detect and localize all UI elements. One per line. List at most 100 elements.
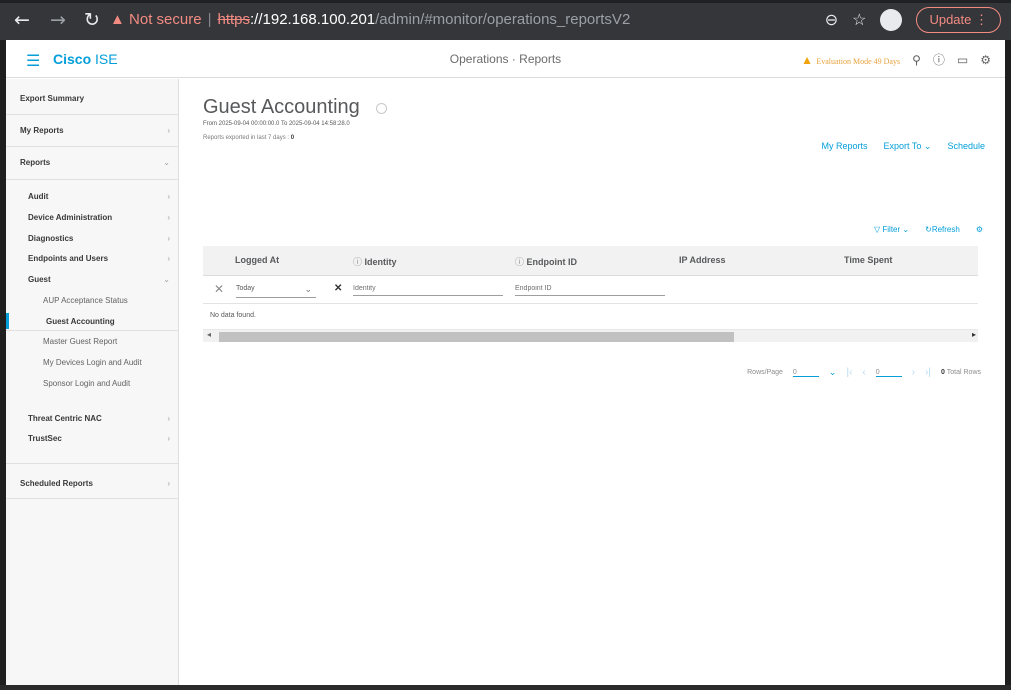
rows-value: 0 — [792, 368, 797, 376]
reload-icon[interactable]: ↻ — [80, 8, 104, 32]
sidebar-sub-sponsor-login-and-audit[interactable]: Sponsor Login and Audit — [6, 379, 178, 388]
url-path: /admin/#monitor/operations_reportsV2 — [375, 11, 631, 28]
page-value: 0 — [875, 368, 880, 376]
gear-icon[interactable]: ⚙ — [980, 53, 991, 67]
sidebar-item-threat-centric-nac[interactable]: Threat Centric NAC › — [6, 414, 178, 423]
first-page-icon[interactable]: |‹ — [846, 367, 852, 378]
scroll-right-icon[interactable]: ▸ — [972, 330, 976, 339]
chevron-down-icon[interactable]: ⌄ — [829, 367, 837, 378]
warning-triangle-icon: ▲ — [110, 11, 125, 28]
sidebar-item-label: Scheduled Reports — [20, 479, 93, 488]
sidebar-item-guest[interactable]: Guest ⌄ — [6, 275, 178, 284]
sidebar-scheduled-reports[interactable]: Scheduled Reports › — [6, 479, 178, 488]
scroll-left-icon[interactable]: ◂ — [207, 330, 211, 339]
column-time-spent[interactable]: Time Spent — [844, 255, 892, 265]
bookmark-star-icon[interactable]: ☆ — [852, 10, 866, 30]
next-page-icon[interactable]: › — [912, 367, 915, 378]
sidebar-item-device-administration[interactable]: Device Administration › — [6, 213, 178, 222]
sidebar-sub-guest-accounting[interactable]: Guest Accounting — [6, 317, 178, 326]
export-to-label: Export To — [883, 141, 922, 151]
empty-state: No data found. — [203, 304, 978, 330]
sidebar-sub-aup-acceptance-status[interactable]: AUP Acceptance Status — [6, 296, 178, 305]
sidebar-item-label: Threat Centric NAC — [28, 414, 102, 423]
update-button[interactable]: Update ⋮ — [916, 7, 1001, 33]
exported-count: 0 — [290, 135, 295, 141]
evaluation-label: Evaluation Mode 49 Days — [816, 56, 901, 66]
sidebar-item-label: Diagnostics — [28, 234, 74, 243]
zoom-icon[interactable]: ⊖ — [825, 10, 838, 30]
sidebar-item-endpoints-and-users[interactable]: Endpoints and Users › — [6, 254, 178, 263]
divider — [6, 146, 178, 147]
browser-chrome: ← → ↻ ▲ Not secure | https://192.168.100.2… — [0, 0, 1011, 40]
rows-per-page-label: Rows/Page — [747, 369, 783, 376]
report-table: Logged At ⓘ Identity ⓘ Endpoint ID IP Ad… — [203, 246, 978, 342]
sidebar-sub-label: Guest Accounting — [46, 317, 115, 326]
column-label: Endpoint ID — [526, 257, 578, 267]
chevron-right-icon: › — [167, 126, 170, 135]
rows-per-page-select[interactable]: 0 — [792, 368, 819, 377]
table-toolbar: ▽ Filter ⌄ ↻Refresh ⚙ — [874, 225, 983, 234]
sidebar-my-reports[interactable]: My Reports › — [6, 126, 178, 135]
refresh-label: Refresh — [931, 225, 960, 234]
sidebar-item-trustsec[interactable]: TrustSec › — [6, 434, 178, 443]
sidebar-sub-master-guest-report[interactable]: Master Guest Report — [6, 337, 178, 346]
chevron-right-icon: › — [167, 192, 170, 201]
chevron-down-icon: ⌄ — [923, 141, 932, 151]
horizontal-scrollbar[interactable]: ◂ ▸ — [203, 330, 978, 342]
column-ip-address[interactable]: IP Address — [679, 255, 726, 265]
refresh-button[interactable]: ↻Refresh — [925, 225, 960, 234]
my-reports-link[interactable]: My Reports — [822, 141, 868, 152]
profile-avatar[interactable] — [880, 9, 903, 31]
evaluation-badge[interactable]: ▲ Evaluation Mode 49 Days — [801, 53, 900, 67]
clear-filter-icon[interactable]: ✕ — [334, 283, 342, 294]
sidebar-item-audit[interactable]: Audit › — [6, 192, 178, 201]
address-bar[interactable]: ▲ Not secure | https://192.168.100.201/adm… — [110, 6, 730, 34]
help-icon[interactable]: ⓘ — [933, 51, 945, 68]
sidebar-sub-my-devices-login-and-audit[interactable]: My Devices Login and Audit — [6, 358, 178, 367]
total-rows: 0 Total Rows — [941, 369, 981, 376]
column-identity[interactable]: ⓘ Identity — [353, 255, 397, 268]
table-header: Logged At ⓘ Identity ⓘ Endpoint ID IP Ad… — [203, 246, 978, 276]
export-to-dropdown[interactable]: Export To ⌄ — [884, 141, 932, 152]
endpoint-filter-input[interactable] — [515, 282, 665, 296]
info-icon: ⓘ — [515, 257, 525, 267]
scroll-thumb[interactable] — [219, 332, 734, 342]
sidebar-item-label: TrustSec — [28, 434, 62, 443]
chevron-down-icon: ⌄ — [304, 284, 312, 294]
dashboard-icon[interactable]: ▭ — [957, 53, 968, 67]
header-tools: ▲ Evaluation Mode 49 Days ⚲ ⓘ ▭ ⚙ — [801, 51, 991, 68]
sidebar-item-label: My Reports — [20, 126, 64, 135]
filter-button[interactable]: ▽ Filter ⌄ — [874, 225, 909, 234]
prev-page-icon[interactable]: ‹ — [862, 367, 865, 378]
sidebar-item-label: Audit — [28, 192, 49, 201]
column-endpoint-id[interactable]: ⓘ Endpoint ID — [515, 255, 577, 268]
forward-arrow-icon[interactable]: → — [46, 8, 70, 32]
sidebar-item-diagnostics[interactable]: Diagnostics › — [6, 234, 178, 243]
sidebar-item-label: Endpoints and Users — [28, 254, 109, 263]
app-header: ☰ Cisco ISE Operations · Reports ▲ Evalu… — [6, 40, 1005, 78]
warning-icon: ▲ — [801, 52, 813, 67]
os-taskbar — [0, 685, 1011, 690]
page-number-input[interactable]: 0 — [875, 368, 902, 377]
ise-app: ☰ Cisco ISE Operations · Reports ▲ Evalu… — [6, 40, 1005, 685]
sidebar-export-summary[interactable]: Export Summary — [6, 94, 178, 103]
sidebar-reports[interactable]: Reports ⌄ — [6, 158, 178, 167]
back-arrow-icon[interactable]: ← — [10, 8, 34, 32]
page-title: Guest Accounting — [203, 96, 360, 118]
sidebar-sub-label: Master Guest Report — [43, 337, 118, 346]
column-logged-at[interactable]: Logged At — [235, 255, 279, 265]
close-icon[interactable]: ✕ — [214, 282, 224, 296]
identity-filter-input[interactable] — [353, 282, 503, 296]
schedule-link[interactable]: Schedule — [947, 141, 985, 152]
logged-at-select[interactable]: Today ⌄ — [236, 284, 316, 298]
last-page-icon[interactable]: ›| — [925, 367, 931, 378]
search-icon[interactable]: ⚲ — [912, 53, 921, 67]
gear-icon[interactable]: ⚙ — [976, 225, 983, 234]
url-host: ://192.168.100.201 — [250, 11, 376, 28]
chevron-down-icon: ⌄ — [163, 275, 170, 284]
chevron-right-icon: › — [167, 434, 170, 443]
info-icon[interactable] — [376, 103, 387, 114]
date-range: From 2025-09-04 00:00:00.0 To 2025-09-04… — [203, 121, 350, 127]
divider — [6, 463, 178, 464]
sidebar-item-label: Device Administration — [28, 213, 113, 222]
